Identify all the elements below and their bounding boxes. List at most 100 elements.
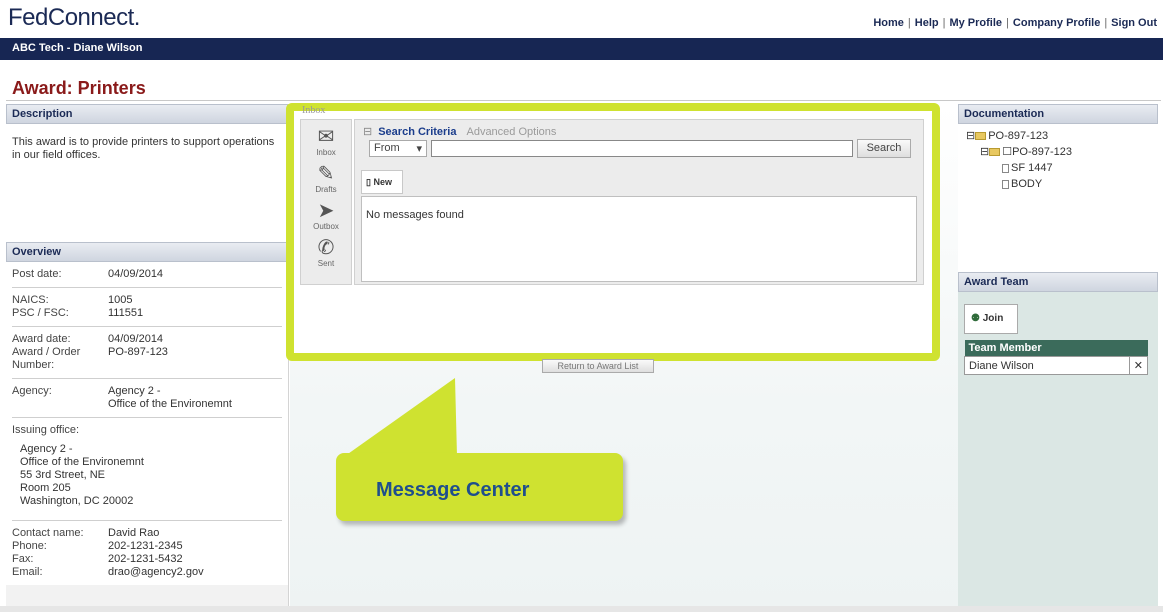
description-text: This award is to provide printers to sup… xyxy=(6,124,288,242)
folder-icon xyxy=(975,132,987,141)
people-icon: ⚉ xyxy=(971,313,980,324)
fax-label: Fax: xyxy=(12,553,34,565)
sent-folder[interactable]: ✆ Sent xyxy=(301,237,351,268)
search-input[interactable] xyxy=(431,140,853,157)
order-number-value: PO-897-123 xyxy=(108,346,168,358)
title-divider xyxy=(6,100,1161,101)
psc-label: PSC / FSC: xyxy=(12,307,69,319)
award-date-value: 04/09/2014 xyxy=(108,333,164,345)
contact-label: Contact name: xyxy=(12,527,84,539)
new-message-tab[interactable]: ▯ New xyxy=(361,170,403,194)
award-team-area: ⚉ Join Team Member Diane Wilson ✕ xyxy=(958,292,1158,387)
team-member-header: Team Member xyxy=(964,340,1130,357)
footer-strip xyxy=(0,606,1163,612)
page-title: Award: Printers xyxy=(12,78,146,98)
award-date-section: Award date: 04/09/2014 Award / Order Numb… xyxy=(12,327,282,379)
agency-section: Agency: Agency 2 - Office of the Environem… xyxy=(12,379,282,418)
team-table: Team Member Diane Wilson ✕ xyxy=(964,340,1149,375)
left-column: Description This award is to provide pri… xyxy=(6,104,289,612)
award-team-heading: Award Team xyxy=(958,272,1158,292)
top-links: Home | Help | My Profile | Company Profile | Sig… xyxy=(873,17,1157,29)
team-member-name: Diane Wilson xyxy=(964,356,1130,375)
address-line: 55 3rd Street, NE xyxy=(20,469,105,481)
naics-label: NAICS: xyxy=(12,294,49,306)
contact-section: Contact name: David Rao Phone: 202-1231-23… xyxy=(12,521,282,585)
post-date-section: Post date: 04/09/2014 xyxy=(12,262,282,288)
agency-line1: Agency 2 - xyxy=(108,385,161,397)
document-icon xyxy=(1002,163,1009,173)
callout-text: Message Center xyxy=(376,479,530,501)
tree-item[interactable]: ⊟ ☐PO-897-123 xyxy=(966,144,1150,160)
document-icon xyxy=(1002,179,1009,189)
collapse-icon: ⊟ xyxy=(966,130,976,142)
return-to-award-list-button[interactable]: Return to Award List xyxy=(542,359,654,373)
tree-item[interactable]: ⊟ PO-897-123 xyxy=(966,128,1150,144)
collapse-toggle-icon[interactable]: ⊟ xyxy=(363,126,372,138)
new-message-icon: ▯ xyxy=(366,177,371,187)
message-center-frame: Inbox ✉ Inbox ✎ Drafts ➤ Outbox ✆ Sent ⊟ Sear… xyxy=(286,103,940,361)
folder-column: ✉ Inbox ✎ Drafts ➤ Outbox ✆ Sent xyxy=(300,119,352,285)
no-messages-text: No messages found xyxy=(366,209,464,221)
tree-item[interactable]: SF 1447 xyxy=(966,160,1150,176)
remove-icon[interactable]: ✕ xyxy=(1128,356,1149,375)
inbox-folder[interactable]: ✉ Inbox xyxy=(301,126,351,157)
address-line: Office of the Environemnt xyxy=(20,456,144,468)
inbox-label: Inbox xyxy=(302,105,326,116)
award-date-label: Award date: xyxy=(12,333,71,345)
right-column: Documentation ⊟ PO-897-123 ⊟ ☐PO-897-123 S… xyxy=(958,104,1158,612)
table-row: Diane Wilson ✕ xyxy=(964,356,1149,375)
email-value[interactable]: drao@agency2.gov xyxy=(108,566,282,579)
naics-section: NAICS: 1005 PSC / FSC: 111551 xyxy=(12,288,282,327)
search-button[interactable]: Search xyxy=(857,139,911,158)
callout-pointer xyxy=(345,378,457,456)
collapse-icon: ⊟ xyxy=(980,146,990,158)
documentation-tree: ⊟ PO-897-123 ⊟ ☐PO-897-123 SF 1447 BODY xyxy=(958,124,1158,272)
phone-value: 202-1231-2345 xyxy=(108,540,183,552)
description-heading: Description xyxy=(6,104,288,124)
issuing-office-address: Agency 2 - Office of the Environemnt 55 … xyxy=(12,437,282,514)
top-bar: FedConnect. Home | Help | My Profile | Company… xyxy=(0,0,1163,38)
address-line: Agency 2 - xyxy=(20,443,73,455)
sign-out-link[interactable]: Sign Out xyxy=(1111,17,1157,29)
issuing-office-label: Issuing office: xyxy=(12,424,80,436)
email-label: Email: xyxy=(12,566,43,578)
issuing-office-section: Issuing office: Agency 2 - Office of the… xyxy=(12,418,282,521)
help-link[interactable]: Help xyxy=(915,17,939,29)
tree-item[interactable]: BODY xyxy=(966,176,1150,192)
address-line: Washington, DC 20002 xyxy=(20,495,134,507)
psc-value: 111551 xyxy=(108,307,144,319)
search-criteria-row: ⊟ Search Criteria Advanced Options xyxy=(363,125,556,138)
company-profile-link[interactable]: Company Profile xyxy=(1013,17,1100,29)
overview-body: Post date: 04/09/2014 NAICS: 1005 PSC / FS… xyxy=(6,262,288,585)
naics-value: 1005 xyxy=(108,294,133,306)
chevron-down-icon: ▾ xyxy=(416,143,422,155)
checkbox-icon[interactable]: ☐ xyxy=(1002,146,1012,158)
contact-value: David Rao xyxy=(108,527,160,539)
from-select[interactable]: From ▾ xyxy=(369,140,427,157)
documentation-heading: Documentation xyxy=(958,104,1158,124)
home-link[interactable]: Home xyxy=(873,17,904,29)
fedconnect-logo[interactable]: FedConnect. xyxy=(8,4,140,32)
inbox-icon: ✉ xyxy=(317,126,335,148)
overview-heading: Overview xyxy=(6,242,288,262)
my-profile-link[interactable]: My Profile xyxy=(949,17,1002,29)
address-line: Room 205 xyxy=(20,482,71,494)
post-date-label: Post date: xyxy=(12,268,62,280)
message-area: ⊟ Search Criteria Advanced Options From ▾ … xyxy=(354,119,924,285)
advanced-options-tab[interactable]: Advanced Options xyxy=(466,126,556,138)
order-number-label: Award / Order Number: xyxy=(12,346,81,371)
folder-icon xyxy=(989,148,1001,157)
sent-icon: ✆ xyxy=(317,237,335,259)
outbox-icon: ➤ xyxy=(317,200,335,222)
fax-value: 202-1231-5432 xyxy=(108,553,183,565)
outbox-folder[interactable]: ➤ Outbox xyxy=(301,200,351,231)
search-criteria-tab[interactable]: Search Criteria xyxy=(378,126,456,138)
user-bar: ABC Tech - Diane Wilson xyxy=(0,38,1163,60)
message-center-callout: Message Center xyxy=(336,453,623,521)
join-button[interactable]: ⚉ Join xyxy=(964,304,1018,334)
message-list: No messages found xyxy=(361,196,917,282)
drafts-icon: ✎ xyxy=(317,163,335,185)
drafts-folder[interactable]: ✎ Drafts xyxy=(301,163,351,194)
team-header-blank xyxy=(1129,340,1148,357)
phone-label: Phone: xyxy=(12,540,47,552)
